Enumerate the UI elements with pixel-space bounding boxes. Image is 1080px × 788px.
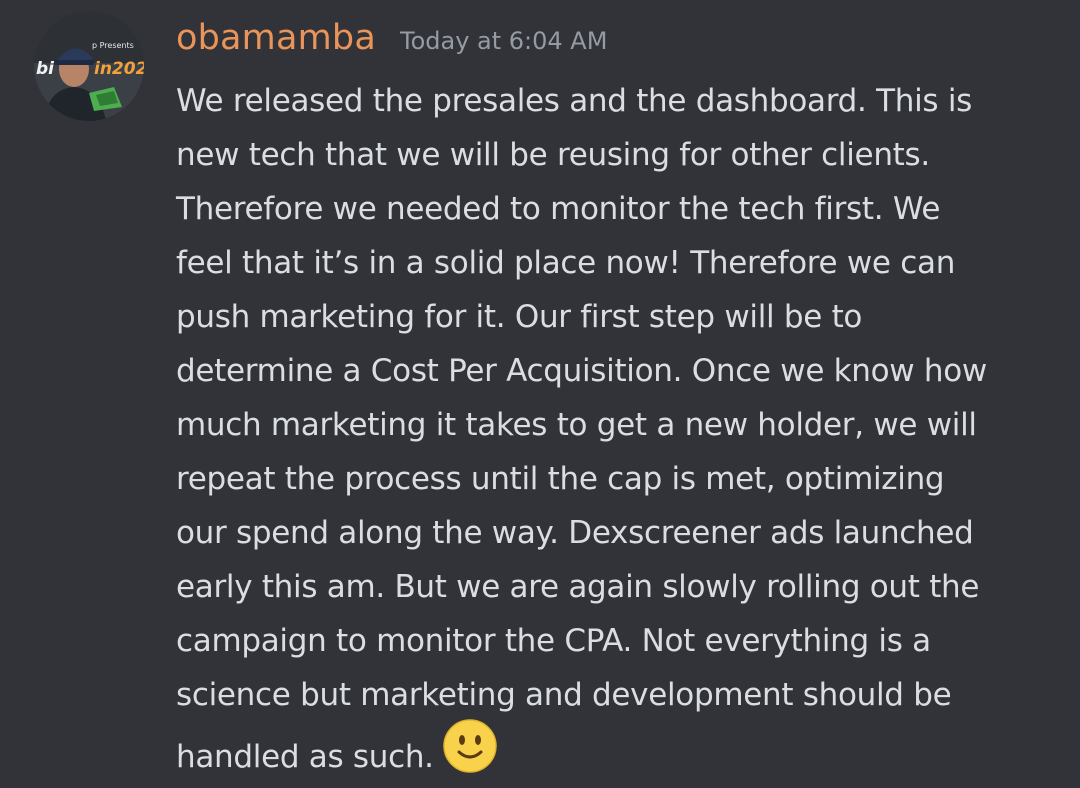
message-header: obamamba Today at 6:04 AM [176,18,607,58]
message-line: feel that it’s in a solid place now! The… [176,245,956,281]
svg-text:in202: in202 [94,59,144,79]
message-line: determine a Cost Per Acquisition. Once w… [176,353,987,389]
svg-text:p Presents: p Presents [92,41,134,50]
user-avatar[interactable]: p Presents bi in202 [34,11,144,121]
chat-message: p Presents bi in202 obamamba Today at 6:… [0,0,1080,788]
timestamp[interactable]: Today at 6:04 AM [400,27,607,55]
svg-text:bi: bi [36,59,55,79]
message-line: early this am. But we are again slowly r… [176,569,980,605]
message-line: Therefore we needed to monitor the tech … [176,191,941,227]
message-line: science but marketing and development sh… [176,677,952,713]
message-line: handled as such. [176,739,434,775]
message-line: We released the presales and the dashboa… [176,83,972,119]
message-last-line: handled as such. [176,719,1056,776]
message-line: repeat the process until the cap is met,… [176,461,945,497]
message-line: much marketing it takes to get a new hol… [176,407,977,443]
message-line: push marketing for it. Our first step wi… [176,299,863,335]
username[interactable]: obamamba [176,18,376,58]
message-content: We released the presales and the dashboa… [176,74,1056,776]
slightly-smiling-face-icon[interactable] [442,718,498,788]
avatar-image: p Presents bi in202 [34,11,144,121]
message-line: campaign to monitor the CPA. Not everyth… [176,623,931,659]
message-line: new tech that we will be reusing for oth… [176,137,930,173]
message-line: our spend along the way. Dexscreener ads… [176,515,974,551]
